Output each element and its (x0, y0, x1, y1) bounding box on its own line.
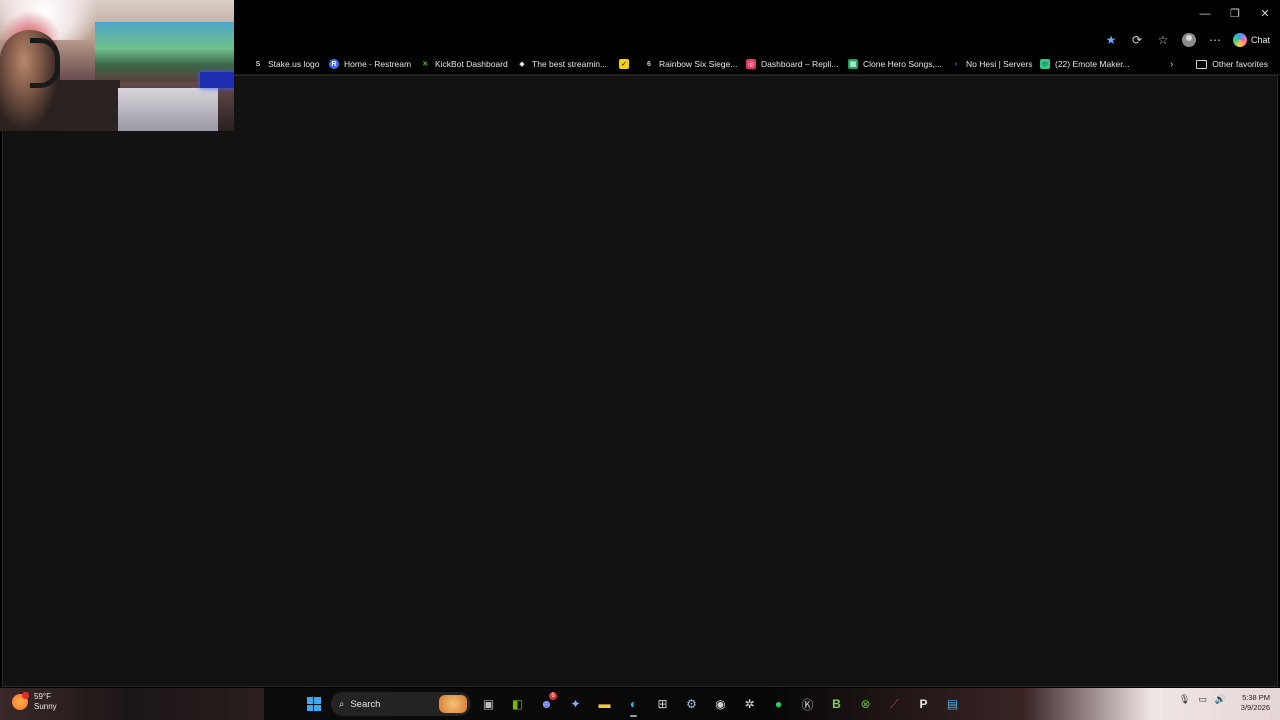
favorites-icon[interactable]: ☆ (1151, 29, 1175, 51)
weather-temp: 59°F (34, 692, 51, 701)
start-button[interactable] (302, 691, 325, 717)
search-icon: ⌕ (339, 698, 345, 710)
yellow-app-icon: ✓ (619, 59, 629, 69)
windows-icon (306, 697, 321, 711)
favorite-clone-hero[interactable]: ▦ Clone Hero Songs,... (848, 56, 942, 72)
stake-icon: S (255, 60, 261, 68)
copilot-icon[interactable]: ✦ (564, 691, 587, 717)
favorite-label: Dashboard – Repli... (761, 59, 839, 69)
file-explorer-icon[interactable]: ▬ (593, 691, 616, 717)
discord-icon[interactable]: ☻ 6 (535, 691, 558, 717)
nvidia-icon[interactable]: ◧ (506, 691, 529, 717)
sheets-icon: ▦ (848, 59, 858, 69)
notepad-icon[interactable]: ▤ (941, 691, 964, 717)
window-controls: — ❐ ✕ (1190, 0, 1280, 27)
xbox-icon[interactable]: ⊗ (854, 691, 877, 717)
p-app-icon[interactable]: P (912, 691, 935, 717)
system-tray: 🎙 ▭ 🔊 (1179, 694, 1226, 705)
webcam-overlay (0, 0, 234, 131)
copilot-icon (1232, 33, 1247, 47)
favorite-label: No Hesi | Servers (966, 59, 1033, 69)
clock-time: 5:38 PM (1242, 693, 1270, 702)
chat-label: Chat (1250, 35, 1270, 45)
task-view-icon[interactable]: ▣ (477, 691, 500, 717)
favorite-label: Home - Restream (344, 59, 412, 69)
favorite-r6[interactable]: 6 Rainbow Six Siege... (644, 56, 737, 72)
favorite-stake[interactable]: S Stake.us logo (253, 56, 320, 72)
page-content[interactable] (2, 75, 1278, 687)
microphone-icon[interactable]: 🎙 (1179, 694, 1190, 705)
weather-alert-badge (22, 692, 29, 699)
search-highlight-icon (439, 695, 467, 713)
edge-icon[interactable]: ◐ (622, 691, 645, 717)
other-favorites[interactable]: Other favorites (1196, 56, 1268, 72)
restream-icon: R (329, 59, 339, 69)
favorite-label: (22) Emote Maker... (1055, 59, 1130, 69)
steam-icon[interactable]: ⚙ (680, 691, 703, 717)
profile-icon (1181, 33, 1196, 47)
msi-afterburner-icon[interactable]: ⟋ (883, 691, 906, 717)
restore-button[interactable]: ❐ (1220, 0, 1250, 27)
headset-icon (30, 38, 60, 88)
star-icon[interactable]: ★ (1099, 29, 1123, 51)
kickbot-icon: ✕ (422, 61, 428, 68)
streaming-icon: ◆ (519, 61, 525, 68)
clock[interactable]: 5:38 PM 3/9/2026 (1241, 693, 1270, 713)
b-app-icon[interactable]: B (825, 691, 848, 717)
favorite-kickbot[interactable]: ✕ KickBot Dashboard (420, 56, 508, 72)
webcam-monitor-glow (200, 72, 234, 88)
discord-badge: 6 (549, 692, 557, 700)
folder-icon (1196, 59, 1208, 69)
webcam-shadow (60, 80, 120, 131)
close-button[interactable]: ✕ (1250, 0, 1280, 27)
weather-widget[interactable]: 59°F Sunny (12, 692, 57, 712)
4k-video-icon[interactable]: Ⓚ (796, 691, 819, 717)
obs-icon[interactable]: ◉ (709, 691, 732, 717)
favorite-label: Rainbow Six Siege... (659, 59, 738, 69)
volume-icon[interactable]: 🔊 (1215, 694, 1226, 705)
favorite-no-hesi[interactable]: ◗ No Hesi | Servers (951, 56, 1033, 72)
favorite-streaming[interactable]: ◆ The best streamin... (517, 56, 607, 72)
spotify-icon[interactable]: ● (767, 691, 790, 717)
other-favorites-label: Other favorites (1212, 59, 1268, 69)
webcam-desk (118, 88, 218, 131)
favorite-replit[interactable]: ◎ Dashboard – Repli... (746, 56, 839, 72)
favorite-emote-maker[interactable]: ☺ (22) Emote Maker... (1040, 56, 1130, 72)
taskbar-apps: ⌕ Search ▣ ◧ ☻ 6 ✦ ▬ ◐ ⊞ ⚙ ◉ ✲ ● Ⓚ B ⊗ ⟋ … (302, 690, 964, 718)
emote-maker-icon: ☺ (1040, 59, 1050, 69)
chat-button[interactable]: Chat (1229, 29, 1274, 51)
weather-condition: Sunny (34, 702, 57, 711)
favorite-label: Stake.us logo (268, 59, 320, 69)
microsoft-store-icon[interactable]: ⊞ (651, 691, 674, 717)
taskbar-search[interactable]: ⌕ Search (331, 692, 471, 716)
chevron-right-icon[interactable]: › (1170, 56, 1182, 72)
search-label: Search (350, 698, 381, 710)
favorite-label: Clone Hero Songs,... (863, 59, 942, 69)
minimize-button[interactable]: — (1190, 0, 1220, 27)
profile-button[interactable] (1177, 29, 1201, 51)
steelseries-icon[interactable]: ✲ (738, 691, 761, 717)
taskbar: 59°F Sunny ⌕ Search ▣ ◧ ☻ 6 ✦ ▬ ◐ ⊞ ⚙ ◉ ✲… (0, 688, 1280, 720)
more-icon[interactable]: ⋯ (1203, 29, 1227, 51)
network-icon[interactable]: ▭ (1198, 694, 1207, 705)
weather-sun-icon (12, 692, 29, 710)
replit-icon: ◎ (746, 59, 756, 69)
favorite-label: The best streamin... (532, 59, 608, 69)
favorite-yellow[interactable]: ✓ (619, 56, 629, 72)
clock-date: 3/9/2026 (1240, 703, 1270, 712)
favorite-label: KickBot Dashboard (435, 59, 508, 69)
extensions-icon[interactable]: ⟳ (1125, 29, 1149, 51)
no-hesi-icon: ◗ (953, 60, 959, 68)
rainbow-six-icon: 6 (647, 60, 651, 68)
favorite-restream[interactable]: R Home - Restream (329, 56, 411, 72)
